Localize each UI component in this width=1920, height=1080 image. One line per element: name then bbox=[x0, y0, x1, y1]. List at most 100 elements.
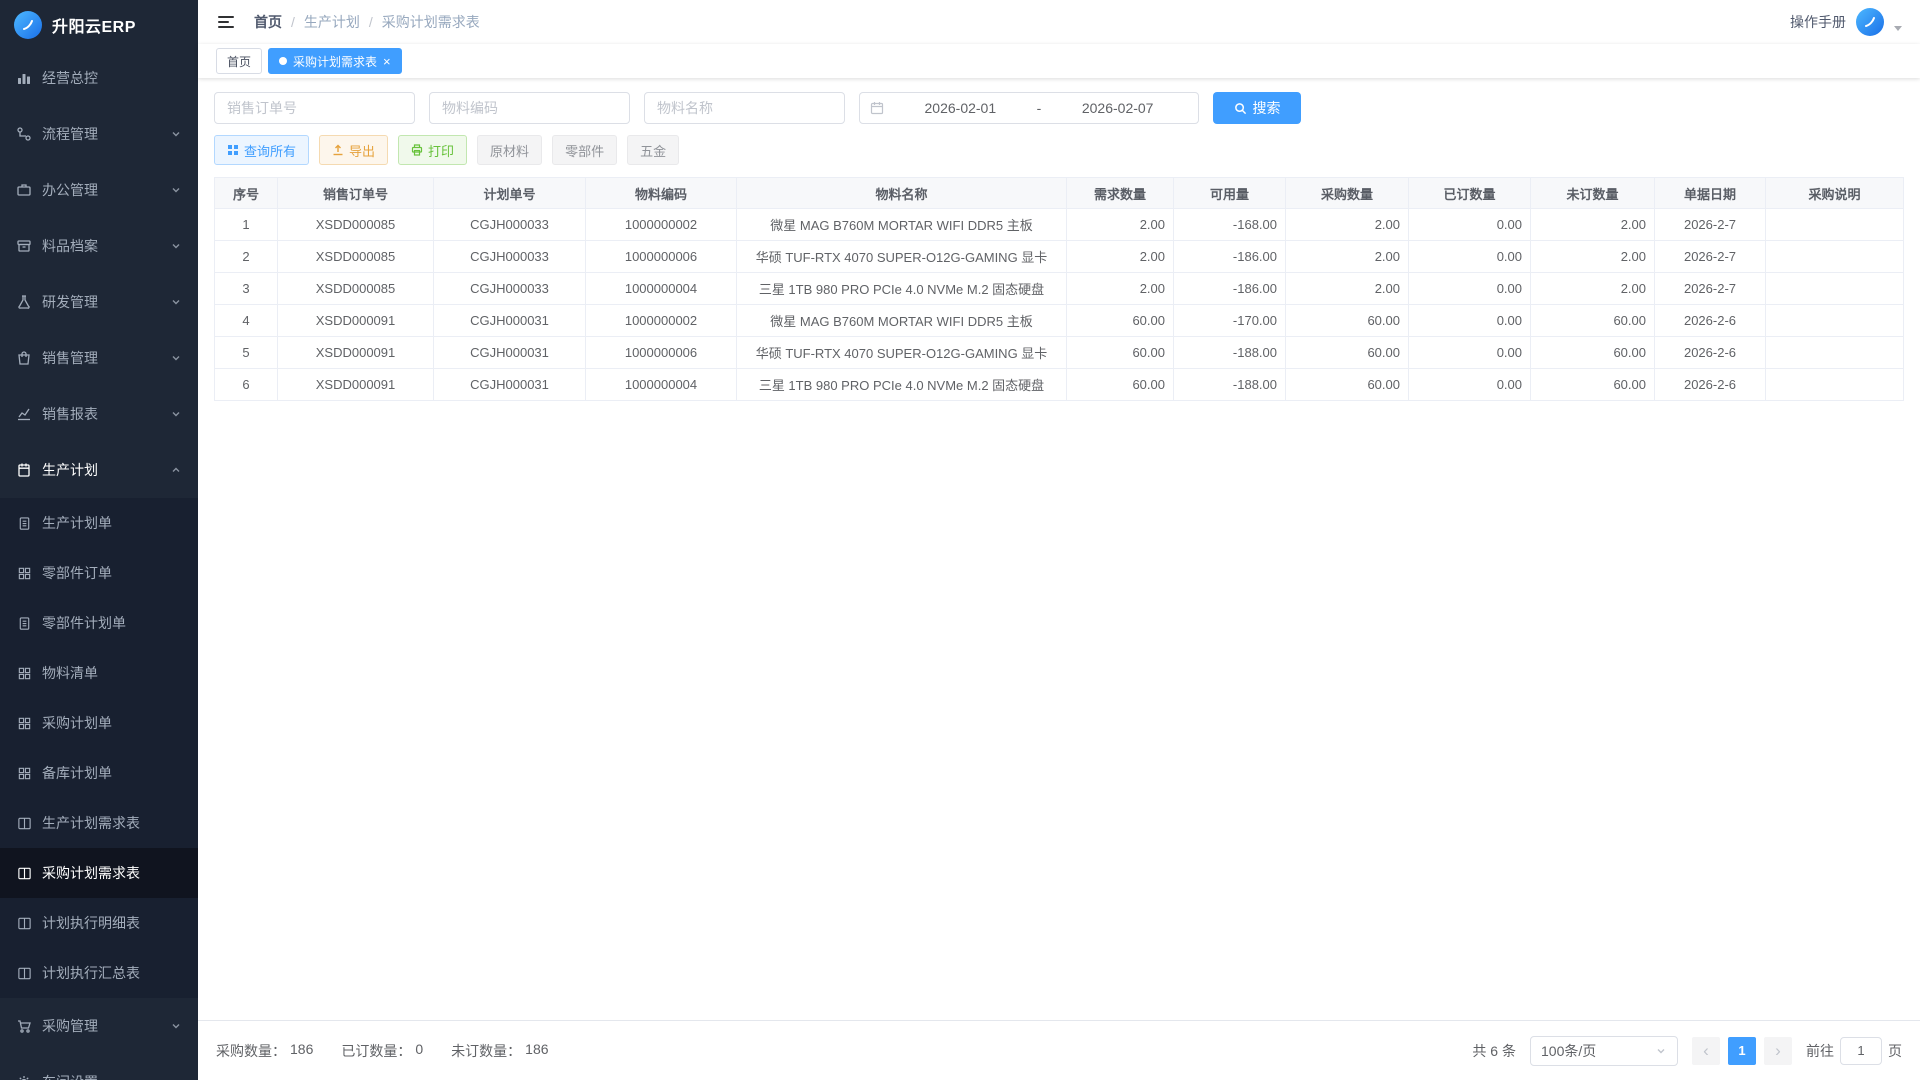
cell-order_no: XSDD000091 bbox=[278, 369, 434, 401]
cell-order_no: XSDD000085 bbox=[278, 241, 434, 273]
breadcrumb-item-home[interactable]: 首页 bbox=[254, 12, 282, 32]
cell-material_name: 微星 MAG B760M MORTAR WIFI DDR5 主板 bbox=[737, 209, 1067, 241]
stat-label: 已订数量： bbox=[341, 1041, 411, 1061]
material-code-input[interactable] bbox=[429, 92, 630, 124]
sidebar-item-label: 研发管理 bbox=[42, 292, 98, 312]
sidebar-item-rd-mgmt[interactable]: 研发管理 bbox=[0, 274, 198, 330]
cell-unordered_qty: 2.00 bbox=[1531, 273, 1655, 305]
cell-ordered_qty: 0.00 bbox=[1409, 273, 1531, 305]
cell-plan_no: CGJH000031 bbox=[434, 305, 586, 337]
print-button[interactable]: 打印 bbox=[398, 135, 467, 165]
sidebar-subitem-purchase-plan-demand[interactable]: 采购计划需求表 bbox=[0, 848, 198, 898]
sidebar-subitem-label: 零部件订单 bbox=[42, 563, 112, 583]
sidebar-item-office-mgmt[interactable]: 办公管理 bbox=[0, 162, 198, 218]
sidebar-subitem-stock-plan-order[interactable]: 备库计划单 bbox=[0, 748, 198, 798]
cell-purchase_qty: 60.00 bbox=[1286, 337, 1409, 369]
archive-icon bbox=[16, 238, 32, 254]
table-row[interactable]: 5XSDD000091CGJH0000311000000006华硕 TUF-RT… bbox=[215, 337, 1904, 369]
sidebar-subitem-parts-plan-order[interactable]: 零部件计划单 bbox=[0, 598, 198, 648]
sidebar-item-production-plan[interactable]: 生产计划 bbox=[0, 442, 198, 498]
cell-demand_qty: 60.00 bbox=[1067, 369, 1174, 401]
page-content: 2026-02-01 - 2026-02-07 搜索 查询所有 导出 打印 bbox=[198, 78, 1920, 1020]
table-row[interactable]: 2XSDD000085CGJH0000331000000006华硕 TUF-RT… bbox=[215, 241, 1904, 273]
cell-doc_date: 2026-2-7 bbox=[1655, 209, 1766, 241]
cell-seq: 5 bbox=[215, 337, 278, 369]
sidebar-submenu: 生产计划单 零部件订单 零部件计划单 物料清单 采购计划单 备库计划单 bbox=[0, 498, 198, 998]
sidebar-item-label: 流程管理 bbox=[42, 124, 98, 144]
page-1-button[interactable]: 1 bbox=[1728, 1037, 1756, 1065]
cell-unordered_qty: 60.00 bbox=[1531, 305, 1655, 337]
sidebar-item-business-control[interactable]: 经营总控 bbox=[0, 50, 198, 106]
sidebar-item-label: 销售管理 bbox=[42, 348, 98, 368]
raw-material-button[interactable]: 原材料 bbox=[477, 135, 542, 165]
sidebar-item-purchase-mgmt[interactable]: 采购管理 bbox=[0, 998, 198, 1054]
page-size-select[interactable]: 100条/页 bbox=[1530, 1036, 1678, 1066]
table-row[interactable]: 6XSDD000091CGJH0000311000000004三星 1TB 98… bbox=[215, 369, 1904, 401]
date-range-picker[interactable]: 2026-02-01 - 2026-02-07 bbox=[859, 92, 1199, 124]
tab-purchase-plan-demand[interactable]: 采购计划需求表 × bbox=[268, 48, 402, 74]
cell-seq: 1 bbox=[215, 209, 278, 241]
prev-page-button[interactable]: ‹ bbox=[1692, 1037, 1720, 1065]
active-tab-dot bbox=[279, 57, 287, 65]
material-name-input[interactable] bbox=[644, 92, 845, 124]
cell-demand_qty: 2.00 bbox=[1067, 241, 1174, 273]
avatar[interactable] bbox=[1856, 8, 1884, 36]
sidebar-item-sales-report[interactable]: 销售报表 bbox=[0, 386, 198, 442]
next-page-button[interactable]: › bbox=[1764, 1037, 1792, 1065]
cell-available_qty: -170.00 bbox=[1174, 305, 1286, 337]
chevron-down-icon bbox=[170, 352, 182, 364]
sidebar-subitem-plan-exec-summary[interactable]: 计划执行汇总表 bbox=[0, 948, 198, 998]
sales-order-input[interactable] bbox=[214, 92, 415, 124]
query-all-button[interactable]: 查询所有 bbox=[214, 135, 309, 165]
print-label: 打印 bbox=[428, 141, 454, 160]
table-row[interactable]: 1XSDD000085CGJH0000331000000002微星 MAG B7… bbox=[215, 209, 1904, 241]
cell-purchase_qty: 2.00 bbox=[1286, 273, 1409, 305]
breadcrumb-item-production-plan[interactable]: 生产计划 bbox=[304, 12, 360, 32]
goto-suffix-label: 页 bbox=[1888, 1041, 1902, 1061]
table-row[interactable]: 4XSDD000091CGJH0000311000000002微星 MAG B7… bbox=[215, 305, 1904, 337]
table-body: 1XSDD000085CGJH0000331000000002微星 MAG B7… bbox=[215, 209, 1904, 401]
chevron-up-icon bbox=[170, 464, 182, 476]
close-icon[interactable]: × bbox=[383, 55, 391, 68]
hamburger-icon[interactable] bbox=[216, 12, 236, 32]
chevron-down-icon bbox=[170, 1020, 182, 1032]
col-seq: 序号 bbox=[215, 178, 278, 209]
goto-page-input[interactable] bbox=[1840, 1037, 1882, 1065]
tab-home[interactable]: 首页 bbox=[216, 48, 262, 74]
col-material-name: 物料名称 bbox=[737, 178, 1067, 209]
grid-icon bbox=[16, 665, 32, 681]
sidebar-subitem-production-plan-order[interactable]: 生产计划单 bbox=[0, 498, 198, 548]
cell-ordered_qty: 0.00 bbox=[1409, 209, 1531, 241]
sidebar-item-material-archive[interactable]: 料品档案 bbox=[0, 218, 198, 274]
cell-note bbox=[1766, 369, 1904, 401]
sidebar-item-workshop-settings[interactable]: 车间设置 bbox=[0, 1054, 198, 1080]
col-demand-qty: 需求数量 bbox=[1067, 178, 1174, 209]
app-logo-text: 升阳云ERP bbox=[52, 13, 136, 37]
export-button[interactable]: 导出 bbox=[319, 135, 388, 165]
sidebar-subitem-bom-list[interactable]: 物料清单 bbox=[0, 648, 198, 698]
table-icon bbox=[16, 915, 32, 931]
sidebar-subitem-plan-exec-detail[interactable]: 计划执行明细表 bbox=[0, 898, 198, 948]
sidebar-subitem-label: 生产计划需求表 bbox=[42, 813, 140, 833]
sidebar-item-sales-mgmt[interactable]: 销售管理 bbox=[0, 330, 198, 386]
breadcrumb-item-current: 采购计划需求表 bbox=[382, 12, 480, 32]
caret-down-icon[interactable] bbox=[1894, 26, 1902, 31]
cell-plan_no: CGJH000033 bbox=[434, 209, 586, 241]
sidebar-subitem-parts-order[interactable]: 零部件订单 bbox=[0, 548, 198, 598]
col-available-qty: 可用量 bbox=[1174, 178, 1286, 209]
search-button[interactable]: 搜索 bbox=[1213, 92, 1301, 124]
cart-icon bbox=[16, 1018, 32, 1034]
table-row[interactable]: 3XSDD000085CGJH0000331000000004三星 1TB 98… bbox=[215, 273, 1904, 305]
topbar-right: 操作手册 bbox=[1790, 8, 1902, 36]
chevron-down-icon bbox=[170, 1076, 182, 1080]
sidebar-item-process-mgmt[interactable]: 流程管理 bbox=[0, 106, 198, 162]
manual-link[interactable]: 操作手册 bbox=[1790, 12, 1846, 32]
sidebar-subitem-purchase-plan-order[interactable]: 采购计划单 bbox=[0, 698, 198, 748]
parts-button[interactable]: 零部件 bbox=[552, 135, 617, 165]
sidebar-item-label: 销售报表 bbox=[42, 404, 98, 424]
cell-note bbox=[1766, 305, 1904, 337]
stat-label: 未订数量： bbox=[451, 1041, 521, 1061]
hardware-button[interactable]: 五金 bbox=[627, 135, 679, 165]
sidebar-subitem-production-plan-demand[interactable]: 生产计划需求表 bbox=[0, 798, 198, 848]
app-logo-icon bbox=[14, 11, 42, 39]
